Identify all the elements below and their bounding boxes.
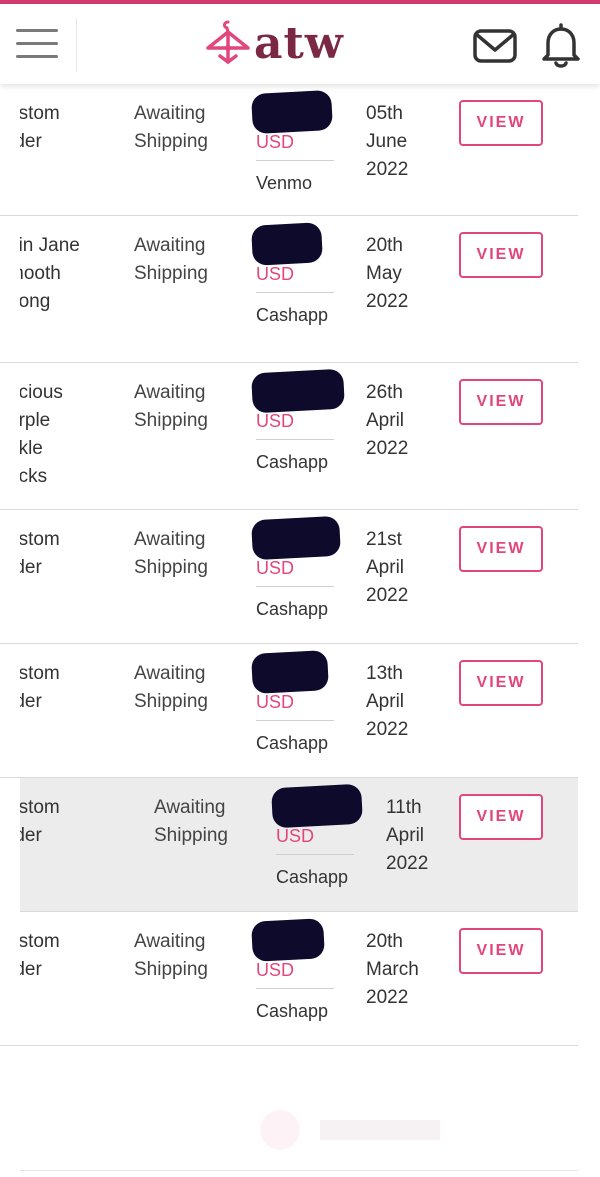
payment-method: Cashapp [256, 1001, 329, 1021]
payment-method: Cashapp [256, 452, 329, 472]
payment-divider [256, 439, 334, 440]
order-item-name-text: ustom rder [20, 931, 60, 980]
order-currency: USD [256, 264, 295, 284]
order-status: Awaiting Shipping [134, 529, 208, 578]
view-order-button[interactable]: VIEW [459, 232, 543, 278]
order-row: ustom rder Awaiting Shipping USD Venmo 05th … [0, 84, 578, 216]
order-payment: USD Venmo [251, 89, 336, 195]
view-order-button[interactable]: VIEW [459, 794, 543, 840]
order-currency: USD [256, 411, 295, 431]
order-status: Awaiting Shipping [154, 797, 228, 846]
order-item-name[interactable]: ustom rder [20, 100, 130, 156]
order-item-name[interactable]: ustom rder [20, 526, 130, 582]
order-item-name[interactable]: ustom rder [20, 928, 130, 984]
payment-divider [256, 720, 334, 721]
order-row: ecious urple nkle ocks Awaiting Shipping U… [0, 363, 578, 510]
order-payment: USD Cashapp [251, 222, 336, 327]
order-item-name-text: ain Jane mooth hong [20, 235, 80, 312]
order-payment: USD Cashapp [251, 650, 336, 755]
order-item-name-text: ustom rder [20, 103, 60, 152]
payment-method: Cashapp [276, 867, 349, 887]
order-row: ustom rder Awaiting Shipping USD Cashapp 11t… [20, 778, 578, 912]
order-status: Awaiting Shipping [134, 103, 208, 152]
order-status: Awaiting Shipping [134, 931, 208, 980]
order-payment: USD Cashapp [251, 918, 336, 1023]
order-currency: USD [256, 960, 295, 980]
order-date: 21st April 2022 [366, 529, 409, 606]
payment-method: Venmo [256, 173, 313, 193]
payment-divider [256, 292, 334, 293]
order-row: ustom rder Awaiting Shipping USD Cashapp 21s… [0, 510, 578, 644]
order-item-name-text: ustom rder [20, 529, 60, 578]
view-order-button[interactable]: VIEW [459, 660, 543, 706]
order-item-name[interactable]: ain Jane mooth hong [20, 232, 130, 316]
bell-icon[interactable] [540, 21, 582, 69]
order-currency: USD [256, 692, 295, 712]
order-date: 11th April 2022 [386, 797, 429, 874]
order-status: Awaiting Shipping [134, 235, 208, 284]
order-item-name[interactable]: ustom rder [20, 660, 130, 716]
envelope-icon[interactable] [472, 26, 518, 66]
hamburger-menu-icon[interactable] [16, 26, 60, 62]
order-payment: USD Cashapp [271, 783, 363, 889]
order-status: Awaiting Shipping [134, 663, 208, 712]
order-date: 20th March 2022 [366, 931, 419, 1008]
order-date: 20th May 2022 [366, 235, 409, 312]
payment-method: Cashapp [256, 733, 329, 753]
bottom-divider [20, 1170, 578, 1171]
order-date: 13th April 2022 [366, 663, 409, 740]
order-item-name-text: ecious urple nkle ocks [20, 382, 63, 487]
app-header: atw [0, 4, 600, 84]
order-currency: USD [256, 132, 295, 152]
header-divider [76, 18, 77, 72]
payment-divider [256, 988, 334, 989]
view-order-button[interactable]: VIEW [459, 379, 543, 425]
order-status: Awaiting Shipping [134, 382, 208, 431]
view-order-button[interactable]: VIEW [459, 100, 543, 146]
logo-text: atw [254, 18, 344, 69]
order-row: ustom rder Awaiting Shipping USD Cashapp 13t… [0, 644, 578, 778]
order-row: ain Jane mooth hong Awaiting Shipping USD C… [0, 216, 578, 363]
order-payment: USD Cashapp [251, 515, 341, 621]
payment-divider [276, 854, 354, 855]
order-date: 26th April 2022 [366, 382, 409, 459]
view-order-button[interactable]: VIEW [459, 526, 543, 572]
order-item-name[interactable]: ustom rder [20, 794, 130, 850]
order-item-name-text: ustom rder [20, 663, 60, 712]
hanger-logo-icon [206, 20, 250, 65]
payment-method: Cashapp [256, 599, 329, 619]
payment-method: Cashapp [256, 305, 329, 325]
atw-logo[interactable]: atw [204, 14, 344, 74]
order-currency: USD [276, 826, 315, 846]
payment-divider [256, 586, 334, 587]
order-payment: USD Cashapp [251, 368, 345, 474]
order-currency: USD [256, 558, 295, 578]
view-order-button[interactable]: VIEW [459, 928, 543, 974]
order-item-name[interactable]: ecious urple nkle ocks [20, 379, 130, 491]
payment-divider [256, 160, 334, 161]
order-date: 05th June 2022 [366, 103, 409, 180]
order-item-name-text: ustom rder [20, 797, 60, 846]
faded-logo-watermark [260, 1110, 440, 1150]
order-row: ustom rder Awaiting Shipping USD Cashapp 20t… [0, 912, 578, 1046]
